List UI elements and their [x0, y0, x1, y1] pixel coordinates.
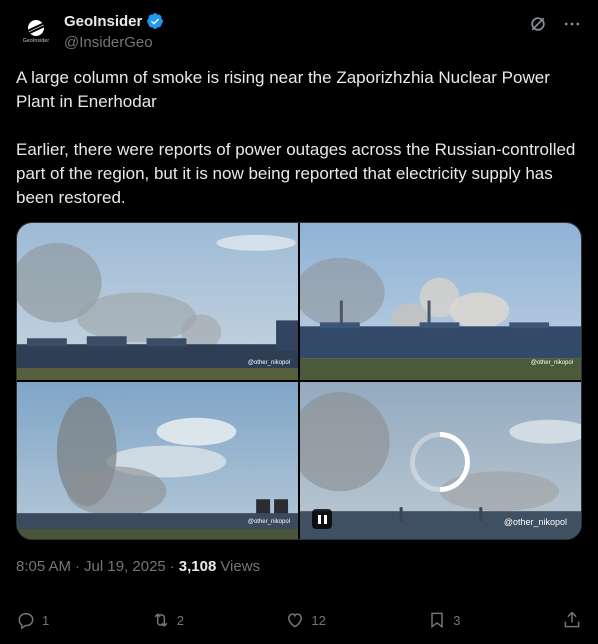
heart-icon	[288, 613, 303, 628]
action-bar: 1 2 12 3	[16, 606, 582, 634]
tweet-text: A large column of smoke is rising near t…	[16, 66, 582, 234]
media-photo-1[interactable]: @other_nikopol	[17, 223, 298, 380]
top-actions	[528, 14, 582, 34]
grok-icon[interactable]	[528, 14, 548, 34]
reply-icon	[18, 613, 34, 630]
meta-separator: ·	[75, 558, 81, 575]
more-options-icon[interactable]	[562, 14, 582, 34]
tweet-paragraph: Earlier, there were reports of power out…	[16, 140, 576, 207]
like-button[interactable]: 12	[285, 610, 326, 630]
media-photo-2[interactable]: @other_nikopol	[300, 223, 581, 380]
like-count: 12	[311, 612, 326, 628]
repost-icon	[154, 613, 168, 627]
author-names: GeoInsider @InsiderGeo	[64, 12, 164, 51]
avatar-caption: GeoInsider	[22, 38, 50, 44]
pause-button[interactable]	[312, 509, 332, 529]
tweet-time[interactable]: 8:05 AM	[16, 558, 71, 575]
display-name[interactable]: GeoInsider	[64, 13, 142, 30]
repost-button[interactable]: 2	[151, 610, 184, 630]
pause-icon	[317, 514, 321, 524]
bookmark-count: 3	[453, 612, 461, 628]
smoke-photo-image	[17, 382, 298, 539]
avatar[interactable]: GeoInsider	[16, 12, 56, 52]
reply-count: 1	[42, 612, 50, 628]
smoke-photo-image	[17, 223, 298, 380]
media-video[interactable]: @other_nikopol	[300, 382, 581, 539]
smoke-photo-image	[300, 223, 581, 380]
globe-logo-icon	[28, 20, 44, 36]
bookmark-icon	[431, 612, 444, 629]
views-count: 3,108	[178, 558, 217, 575]
tweet-header: GeoInsider GeoInsider @InsiderGeo	[16, 10, 582, 54]
tweet-paragraph: A large column of smoke is rising near t…	[16, 68, 550, 111]
pause-icon-bar	[323, 514, 327, 524]
author-handle[interactable]: @InsiderGeo	[64, 34, 164, 51]
watermark: @other_nikopol	[247, 360, 290, 366]
share-button[interactable]	[562, 610, 582, 630]
repost-count: 2	[176, 612, 184, 628]
media-photo-3[interactable]: @other_nikopol	[17, 382, 298, 539]
views-label: Views	[220, 558, 261, 575]
reply-button[interactable]: 1	[16, 610, 49, 630]
share-icon	[564, 611, 580, 628]
meta-separator: ·	[169, 558, 175, 575]
watermark: @other_nikopol	[530, 360, 573, 366]
watermark: @other_nikopol	[247, 519, 290, 525]
tweet-date[interactable]: Jul 19, 2025	[84, 558, 166, 575]
watermark: @other_nikopol	[503, 517, 567, 527]
media-grid: @other_nikopol @other_nikopol @other_nik…	[16, 222, 582, 540]
verified-badge-icon[interactable]	[146, 12, 164, 30]
display-name-row: GeoInsider	[64, 12, 164, 30]
bookmark-button[interactable]: 3	[427, 610, 461, 630]
tweet-meta: 8:05 AM · Jul 19, 2025 · 3,108 Views	[16, 558, 260, 575]
